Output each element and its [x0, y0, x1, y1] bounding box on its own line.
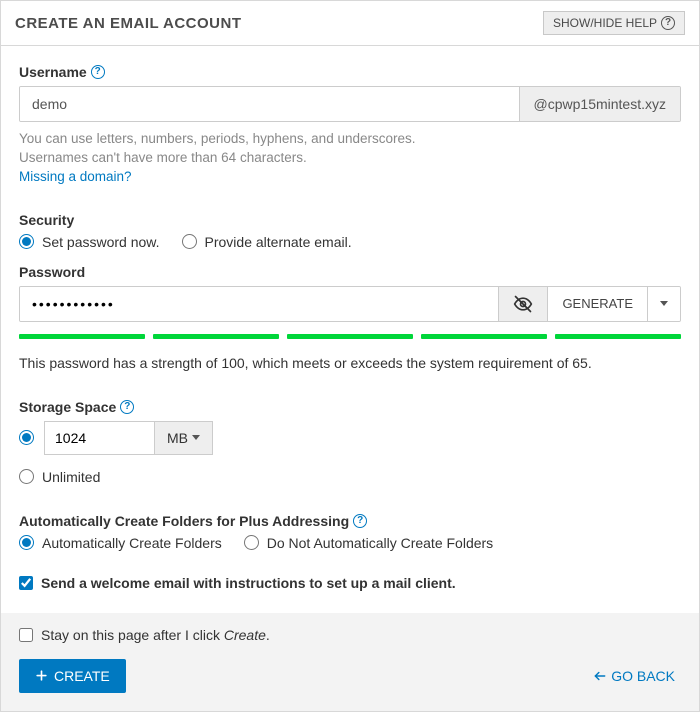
show-hide-help-button[interactable]: SHOW/HIDE HELP ? [543, 11, 685, 35]
help-icon[interactable]: ? [353, 514, 367, 528]
eye-slash-icon [513, 294, 533, 314]
password-input-group: GENERATE [19, 286, 681, 322]
radio-input-unlimited[interactable] [19, 469, 34, 484]
password-strength-text: This password has a strength of 100, whi… [19, 355, 681, 371]
domain-addon: @cpwp15mintest.xyz [519, 87, 680, 121]
storage-unit-dropdown[interactable]: MB [154, 421, 213, 455]
radio-input-alt-email[interactable] [182, 234, 197, 249]
radio-auto-create-folders[interactable]: Automatically Create Folders [19, 535, 222, 551]
create-email-panel: CREATE AN EMAIL ACCOUNT SHOW/HIDE HELP ?… [0, 0, 700, 712]
caret-down-icon [192, 435, 200, 440]
radio-input-set-password[interactable] [19, 234, 34, 249]
radio-input-auto-folders[interactable] [19, 535, 34, 550]
username-input-group: @cpwp15mintest.xyz [19, 86, 681, 122]
arrow-left-icon [593, 669, 607, 683]
generate-dropdown-button[interactable] [647, 287, 680, 321]
storage-label: Storage Space ? [19, 399, 681, 415]
panel-title: CREATE AN EMAIL ACCOUNT [15, 15, 242, 32]
help-icon[interactable]: ? [91, 65, 105, 79]
storage-combo: MB [44, 421, 213, 455]
radio-input-no-auto-folders[interactable] [244, 535, 259, 550]
caret-down-icon [660, 301, 668, 306]
username-input[interactable] [20, 87, 519, 121]
password-input[interactable] [20, 287, 498, 321]
security-label: Security [19, 212, 681, 228]
toggle-password-visibility-button[interactable] [498, 287, 547, 321]
panel-footer: Stay on this page after I click Create. … [1, 613, 699, 711]
username-help-1: You can use letters, numbers, periods, h… [19, 130, 681, 149]
storage-value-input[interactable] [44, 421, 154, 455]
stay-on-page-checkbox[interactable] [19, 628, 33, 642]
create-button[interactable]: CREATE [19, 659, 126, 693]
generate-password-button[interactable]: GENERATE [547, 287, 647, 321]
stay-on-page-checkbox-row[interactable]: Stay on this page after I click Create. [19, 627, 681, 643]
radio-storage-unlimited[interactable]: Unlimited [19, 469, 681, 485]
welcome-email-label: Send a welcome email with instructions t… [41, 575, 456, 591]
plus-icon [35, 669, 48, 682]
panel-header: CREATE AN EMAIL ACCOUNT SHOW/HIDE HELP ? [1, 1, 699, 46]
help-icon[interactable]: ? [120, 400, 134, 414]
password-label: Password [19, 264, 681, 280]
radio-set-password-now[interactable]: Set password now. [19, 234, 160, 250]
username-label: Username ? [19, 64, 681, 80]
radio-no-auto-folders[interactable]: Do Not Automatically Create Folders [244, 535, 493, 551]
question-circle-icon: ? [661, 16, 675, 30]
radio-storage-limited[interactable] [19, 430, 34, 445]
missing-domain-link[interactable]: Missing a domain? [19, 169, 132, 184]
help-button-label: SHOW/HIDE HELP [553, 16, 657, 30]
go-back-button[interactable]: GO BACK [587, 667, 681, 685]
password-strength-meter [19, 334, 681, 339]
plus-addressing-label: Automatically Create Folders for Plus Ad… [19, 513, 681, 529]
radio-provide-alt-email[interactable]: Provide alternate email. [182, 234, 352, 250]
stay-on-page-label: Stay on this page after I click Create. [41, 627, 270, 643]
welcome-email-checkbox-row[interactable]: Send a welcome email with instructions t… [19, 575, 681, 591]
username-help-2: Usernames can't have more than 64 charac… [19, 149, 681, 168]
welcome-email-checkbox[interactable] [19, 576, 33, 590]
